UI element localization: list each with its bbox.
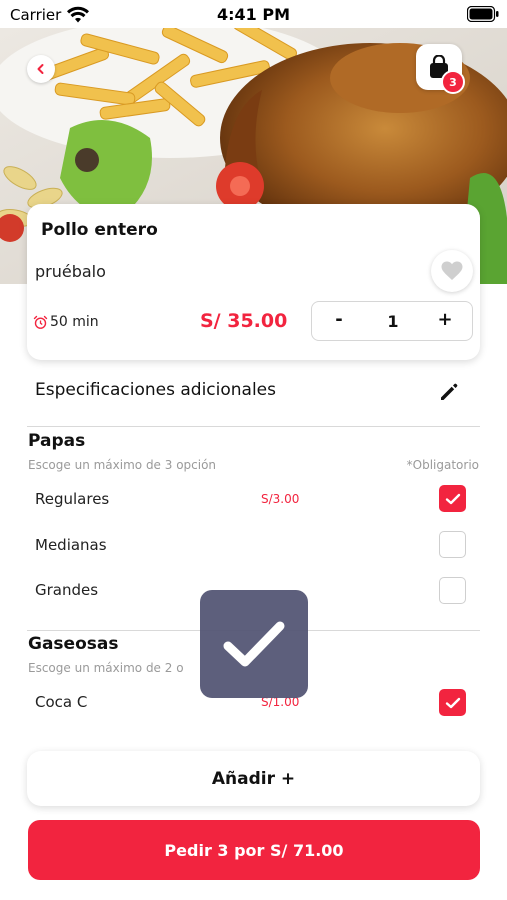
section-hint-gaseosas: Escoge un máximo de 2 o: [28, 661, 184, 675]
section-hint-papas: Escoge un máximo de 3 opción: [28, 458, 217, 472]
divider: [27, 426, 480, 427]
pencil-icon[interactable]: [438, 381, 460, 403]
option-label: Coca C: [35, 693, 88, 711]
section-title-papas: Papas: [28, 431, 86, 451]
required-label: *Obligatorio: [406, 458, 479, 472]
option-label: Medianas: [35, 536, 107, 554]
cart-count-badge: 3: [441, 70, 465, 94]
order-button[interactable]: Pedir 3 por S/ 71.00: [28, 820, 480, 880]
prep-time-label: 50 min: [50, 314, 99, 330]
back-chevron-icon: [37, 64, 44, 74]
additional-specs-label: Especificaciones adicionales: [35, 380, 276, 400]
prep-time: 50 min: [33, 314, 99, 330]
checkmark-icon: [445, 493, 460, 504]
option-label: Regulares: [35, 490, 110, 508]
increase-quantity-button[interactable]: +: [433, 309, 457, 330]
alarm-clock-icon: [33, 315, 48, 329]
checkmark-icon: [223, 621, 285, 667]
option-checkbox-medianas[interactable]: [439, 531, 466, 558]
product-title: Pollo entero: [41, 220, 158, 240]
section-title-gaseosas: Gaseosas: [28, 634, 119, 654]
additional-specs-row[interactable]: Especificaciones adicionales: [27, 368, 480, 416]
quantity-stepper: - 1 +: [311, 301, 473, 341]
clock-label: 4:41 PM: [216, 5, 290, 24]
add-button[interactable]: Añadir +: [27, 751, 480, 806]
battery-icon: [466, 5, 499, 23]
heart-icon: [441, 261, 463, 280]
option-checkbox-grandes[interactable]: [439, 577, 466, 604]
favorite-button[interactable]: [431, 250, 473, 292]
back-button[interactable]: [27, 55, 55, 83]
status-bar: Carrier 4:41 PM: [0, 0, 507, 28]
option-price: S/3.00: [261, 492, 300, 506]
product-card: Pollo entero pruébalo 50 min S/ 35.00 - …: [27, 204, 480, 360]
option-checkbox-regulares[interactable]: [439, 485, 466, 512]
product-description: pruébalo: [35, 262, 106, 281]
checkmark-icon: [445, 697, 460, 708]
option-label: Grandes: [35, 581, 99, 599]
product-price: S/ 35.00: [200, 310, 288, 332]
option-checkbox-coca[interactable]: [439, 689, 466, 716]
success-toast: [200, 590, 308, 698]
